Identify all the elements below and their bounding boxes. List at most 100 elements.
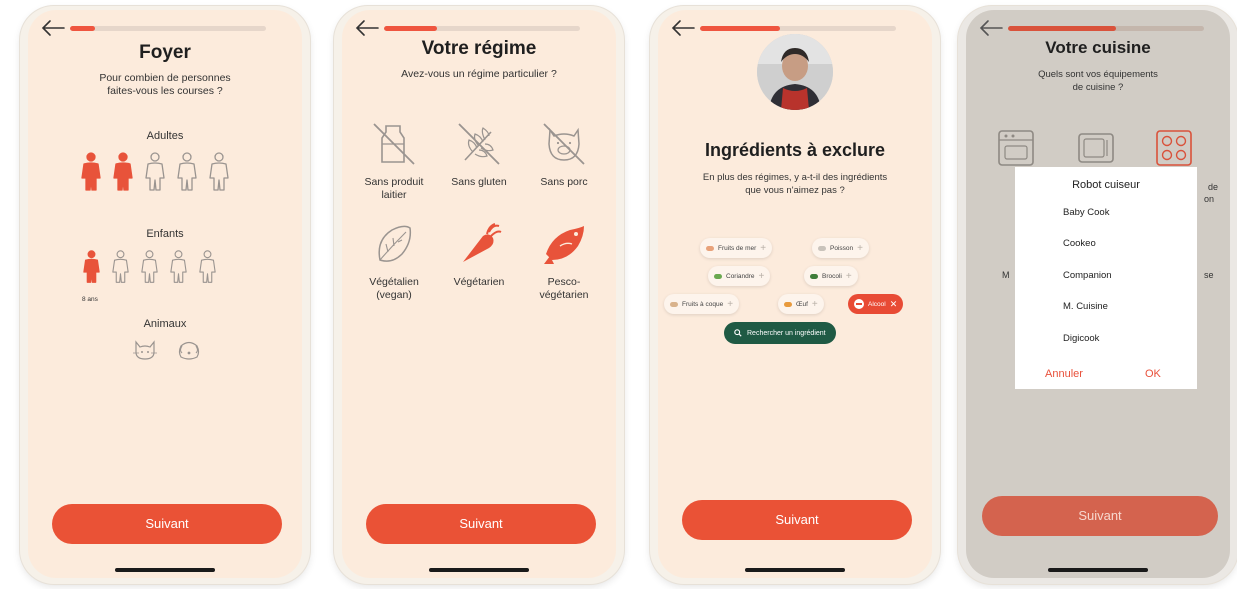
- progress-fill: [384, 26, 437, 31]
- progress-fill: [70, 26, 96, 31]
- plus-icon: +: [727, 298, 734, 310]
- dialog-title: Robot cuiseur: [1072, 179, 1140, 191]
- adult-person-icon[interactable]: [176, 152, 198, 192]
- children-label: Enfants: [146, 228, 184, 240]
- chip-color-dot: [810, 273, 818, 279]
- carrot-icon: [463, 223, 502, 262]
- page-subtitle: Avez-vous un régime particulier ?: [401, 68, 557, 80]
- dialog-option[interactable]: Companion: [1063, 270, 1112, 281]
- subtitle-line-1: En plus des régimes, y a-t-il des ingréd…: [702, 172, 888, 183]
- diet-option-gluten-free[interactable]: Sans gluten: [439, 118, 519, 189]
- diet-label-1: Sans porc: [540, 176, 588, 188]
- cat-icon[interactable]: [131, 338, 159, 367]
- child-person-icon[interactable]: [140, 250, 159, 284]
- home-indicator: [745, 568, 845, 572]
- diet-option-vegetarian[interactable]: Végétarien: [439, 218, 519, 289]
- subtitle-line-2: de cuisine ?: [1072, 82, 1124, 93]
- adult-person-icon[interactable]: [112, 152, 134, 192]
- phone-screen-cuisine: Votre cuisine Quels sont vos équipements…: [958, 6, 1237, 584]
- diet-label-1: Pesco-: [547, 276, 581, 288]
- chip-label: Alcool: [868, 300, 886, 308]
- next-button[interactable]: Suivant: [682, 500, 912, 540]
- diet-option-pescetarian[interactable]: Pesco- végétarien: [524, 218, 604, 302]
- dialog-option[interactable]: M. Cuisine: [1063, 301, 1108, 312]
- peek-label: de: [1208, 182, 1219, 192]
- pig-crossed-icon: [543, 123, 585, 165]
- ingredient-chip[interactable]: Brocoli +: [804, 266, 858, 286]
- dialog-option[interactable]: Digicook: [1063, 333, 1099, 344]
- chip-color-dot: [714, 273, 722, 279]
- child-person-icon[interactable]: [198, 250, 217, 284]
- ok-button[interactable]: OK: [1145, 368, 1161, 380]
- diet-option-pork-free[interactable]: Sans porc: [524, 118, 604, 189]
- robot-cuiseur-dialog: Robot cuiseur Baby Cook Cookeo Companion…: [1015, 167, 1197, 389]
- home-indicator: [115, 568, 215, 572]
- ingredient-chip[interactable]: Œuf +: [778, 294, 824, 314]
- child-person-icon[interactable]: [82, 250, 101, 284]
- fish-icon: [544, 226, 584, 264]
- ingredient-chip[interactable]: Coriandre +: [708, 266, 771, 286]
- ingredient-chip[interactable]: Poisson +: [812, 238, 869, 258]
- peek-label: se: [1204, 270, 1214, 280]
- progress-fill: [700, 26, 781, 31]
- dog-icon[interactable]: [175, 338, 203, 367]
- back-arrow-icon[interactable]: [670, 18, 696, 38]
- subtitle-line-1: Quels sont vos équipements: [1038, 69, 1158, 80]
- close-icon: ✕: [889, 298, 898, 309]
- plus-icon: +: [758, 270, 765, 282]
- page-title: Foyer: [139, 42, 191, 63]
- back-arrow-icon[interactable]: [40, 18, 66, 38]
- animals-label: Animaux: [143, 318, 187, 330]
- home-indicator: [429, 568, 529, 572]
- diet-label-1: Sans produit: [364, 176, 424, 188]
- peek-label: M: [1002, 270, 1010, 280]
- page-title: Votre cuisine: [1045, 38, 1151, 57]
- screen-foyer: Foyer Pour combien de personnes faites-v…: [28, 10, 302, 578]
- cancel-button[interactable]: Annuler: [1045, 368, 1083, 380]
- plus-icon: +: [845, 270, 852, 282]
- search-ingredient-button[interactable]: Rechercher un ingrédient: [724, 322, 836, 344]
- animals-selector: [131, 338, 203, 367]
- ingredient-chip-active[interactable]: Alcool ✕: [848, 294, 904, 314]
- peek-label: on: [1204, 194, 1215, 204]
- plus-icon: +: [760, 242, 767, 254]
- screen-regime: Votre régime Avez-vous un régime particu…: [342, 10, 616, 578]
- adult-person-icon[interactable]: [144, 152, 166, 192]
- page-subtitle: En plus des régimes, y a-t-il des ingréd…: [670, 171, 920, 197]
- page-subtitle: Pour combien de personnes faites-vous le…: [48, 72, 282, 98]
- home-indicator: [1048, 568, 1148, 572]
- subtitle-line-1: Pour combien de personnes: [99, 72, 231, 84]
- dialog-option[interactable]: Cookeo: [1063, 238, 1096, 249]
- diet-label-1: Végétarien: [453, 276, 505, 288]
- chip-label: Coriandre: [726, 272, 755, 280]
- dialog-option[interactable]: Baby Cook: [1063, 207, 1109, 218]
- back-arrow-icon[interactable]: [354, 18, 380, 38]
- screen-cuisine: Votre cuisine Quels sont vos équipements…: [966, 10, 1230, 578]
- milk-crossed-icon: [373, 123, 415, 165]
- adult-person-icon[interactable]: [80, 152, 102, 192]
- chip-color-dot: [784, 301, 792, 307]
- progress-bar: [700, 26, 896, 31]
- next-button[interactable]: Suivant: [52, 504, 282, 544]
- page-subtitle: Quels sont vos équipements de cuisine ?: [986, 68, 1210, 94]
- chip-color-dot: [818, 245, 826, 251]
- next-button[interactable]: Suivant: [982, 496, 1218, 536]
- back-arrow-icon[interactable]: [978, 18, 1004, 38]
- diet-option-vegan[interactable]: Végétalien (vegan): [354, 218, 434, 302]
- page-title: Votre régime: [421, 38, 537, 59]
- ingredient-chip[interactable]: Fruits de mer +: [700, 238, 773, 258]
- diet-option-dairy-free[interactable]: Sans produit laitier: [354, 118, 434, 202]
- chip-label: Poisson: [830, 244, 854, 252]
- chip-color-dot: [706, 245, 714, 251]
- phone-screen-ingredients: Ingrédients à exclure En plus des régime…: [650, 6, 940, 584]
- child-person-icon[interactable]: [169, 250, 188, 284]
- ingredient-chip[interactable]: Fruits à coque +: [664, 294, 740, 314]
- next-button[interactable]: Suivant: [366, 504, 596, 544]
- progress-fill: [1008, 26, 1116, 31]
- diet-label-2: (vegan): [376, 289, 412, 301]
- adult-person-icon[interactable]: [208, 152, 230, 192]
- plus-icon: +: [857, 242, 863, 254]
- screen-ingredients: Ingrédients à exclure En plus des régime…: [658, 10, 932, 578]
- leaf-icon: [378, 225, 412, 262]
- child-person-icon[interactable]: [111, 250, 130, 284]
